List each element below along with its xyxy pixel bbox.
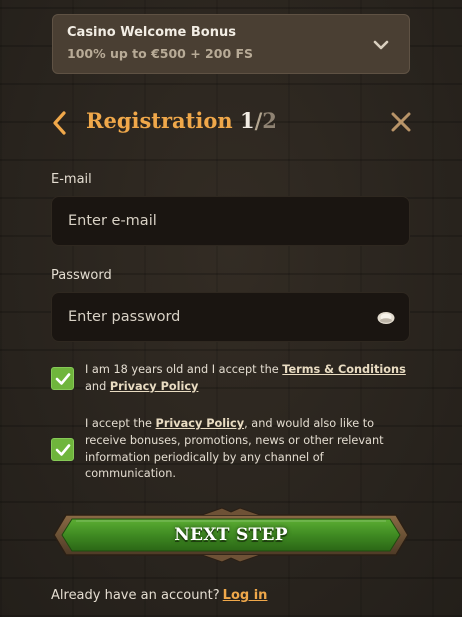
age-consent-text-part: and bbox=[85, 379, 110, 393]
bonus-subtitle: 100% up to €500 + 200 FS bbox=[67, 46, 254, 61]
email-label: E-mail bbox=[51, 172, 92, 187]
email-field-box bbox=[51, 196, 410, 246]
password-label: Password bbox=[51, 268, 112, 283]
chevron-left-icon[interactable] bbox=[50, 110, 70, 136]
checkmark-icon bbox=[55, 373, 71, 385]
age-consent-row: I am 18 years old and I accept the Terms… bbox=[51, 362, 411, 402]
page-title: Registration 1/2 bbox=[86, 108, 277, 133]
privacy-policy-link[interactable]: Privacy Policy bbox=[110, 380, 199, 393]
eye-icon[interactable] bbox=[377, 311, 395, 325]
login-prompt-text: Already have an account? bbox=[51, 588, 220, 603]
age-consent-text-part: I am 18 years old and I accept the bbox=[85, 363, 283, 376]
step-total: 2 bbox=[262, 108, 277, 133]
next-step-label: NEXT STEP bbox=[174, 525, 288, 545]
welcome-bonus-dropdown[interactable]: Casino Welcome Bonus 100% up to €500 + 2… bbox=[52, 14, 410, 74]
step-current: 1 bbox=[239, 108, 255, 133]
marketing-consent-text: I accept the Privacy Policy, and would a… bbox=[85, 416, 413, 483]
checkmark-icon bbox=[55, 444, 71, 456]
login-prompt: Already have an account? Log in bbox=[51, 588, 267, 603]
close-icon[interactable] bbox=[390, 111, 412, 133]
next-step-button[interactable]: NEXT STEP bbox=[52, 505, 410, 565]
age-consent-text: I am 18 years old and I accept the Terms… bbox=[85, 362, 413, 396]
login-link[interactable]: Log in bbox=[223, 588, 268, 603]
title-text: Registration bbox=[86, 108, 233, 133]
age-consent-checkbox[interactable] bbox=[51, 367, 74, 390]
chevron-down-icon[interactable] bbox=[373, 39, 389, 51]
marketing-consent-row: I accept the Privacy Policy, and would a… bbox=[51, 416, 411, 486]
marketing-consent-checkbox[interactable] bbox=[51, 438, 74, 461]
bonus-title: Casino Welcome Bonus bbox=[67, 25, 236, 40]
privacy-policy-link[interactable]: Privacy Policy bbox=[156, 417, 245, 430]
terms-link[interactable]: Terms & Conditions bbox=[282, 363, 406, 376]
marketing-consent-text-part: I accept the bbox=[85, 417, 156, 430]
password-field-box bbox=[51, 292, 410, 342]
password-field[interactable] bbox=[52, 293, 409, 341]
email-field[interactable] bbox=[52, 197, 409, 245]
